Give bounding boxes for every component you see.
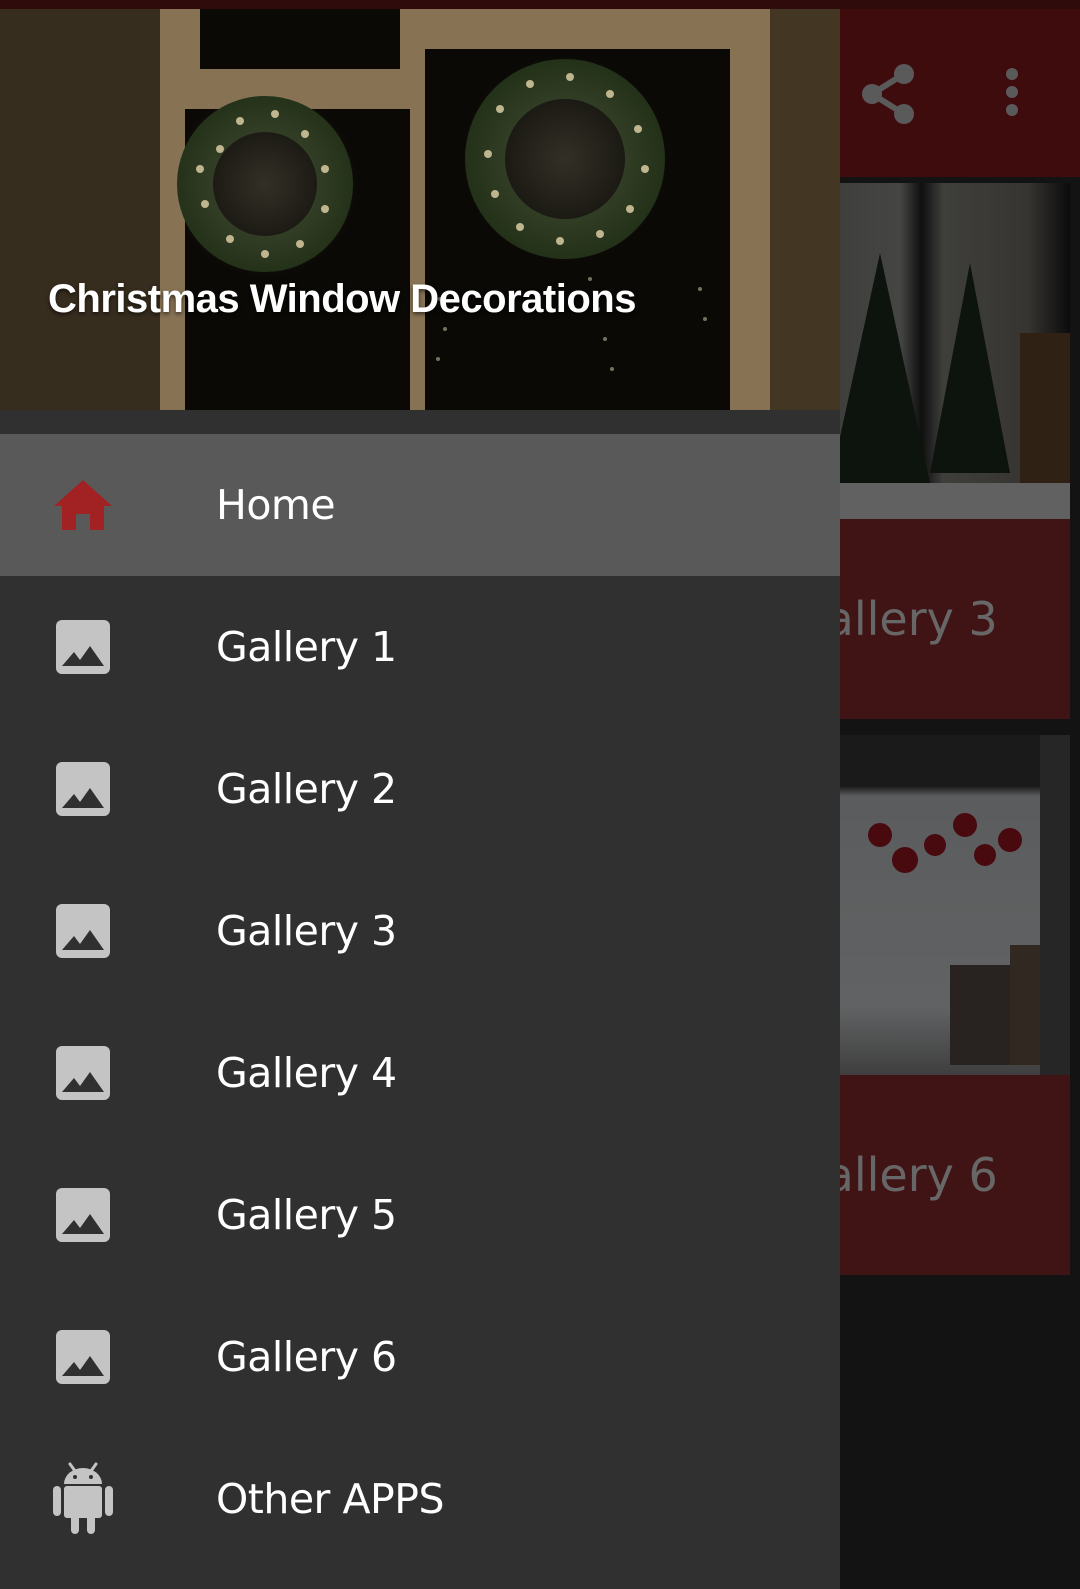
drawer-menu: Home Gallery 1 Gallery 2 Gallery 3 Galle… xyxy=(0,434,840,1570)
menu-item-gallery-2[interactable]: Gallery 2 xyxy=(0,718,840,860)
image-icon xyxy=(52,1326,114,1388)
image-icon xyxy=(52,1184,114,1246)
android-icon xyxy=(52,1462,114,1534)
menu-item-gallery-1[interactable]: Gallery 1 xyxy=(0,576,840,718)
menu-item-gallery-3[interactable]: Gallery 3 xyxy=(0,860,840,1002)
image-icon xyxy=(52,1042,114,1104)
menu-item-label: Gallery 6 xyxy=(216,1333,397,1381)
navigation-drawer: Christmas Window Decorations Home Galler… xyxy=(0,9,840,1589)
menu-item-gallery-6[interactable]: Gallery 6 xyxy=(0,1286,840,1428)
menu-item-label: Gallery 2 xyxy=(216,765,397,813)
menu-item-label: Gallery 3 xyxy=(216,907,397,955)
wreaths-in-window-photo xyxy=(0,9,840,410)
menu-item-label: Home xyxy=(216,481,336,529)
image-icon xyxy=(52,616,114,678)
image-icon xyxy=(52,758,114,820)
menu-item-gallery-4[interactable]: Gallery 4 xyxy=(0,1002,840,1144)
menu-item-label: Gallery 1 xyxy=(216,623,397,671)
menu-item-label: Gallery 4 xyxy=(216,1049,397,1097)
image-icon xyxy=(52,900,114,962)
drawer-header-title: Christmas Window Decorations xyxy=(48,277,636,321)
menu-item-home[interactable]: Home xyxy=(0,434,840,576)
menu-item-gallery-5[interactable]: Gallery 5 xyxy=(0,1144,840,1286)
drawer-header: Christmas Window Decorations xyxy=(0,9,840,410)
menu-item-label: Gallery 5 xyxy=(216,1191,397,1239)
menu-item-other-apps[interactable]: Other APPS xyxy=(0,1428,840,1570)
menu-item-label: Other APPS xyxy=(216,1475,444,1523)
home-icon xyxy=(52,474,114,536)
